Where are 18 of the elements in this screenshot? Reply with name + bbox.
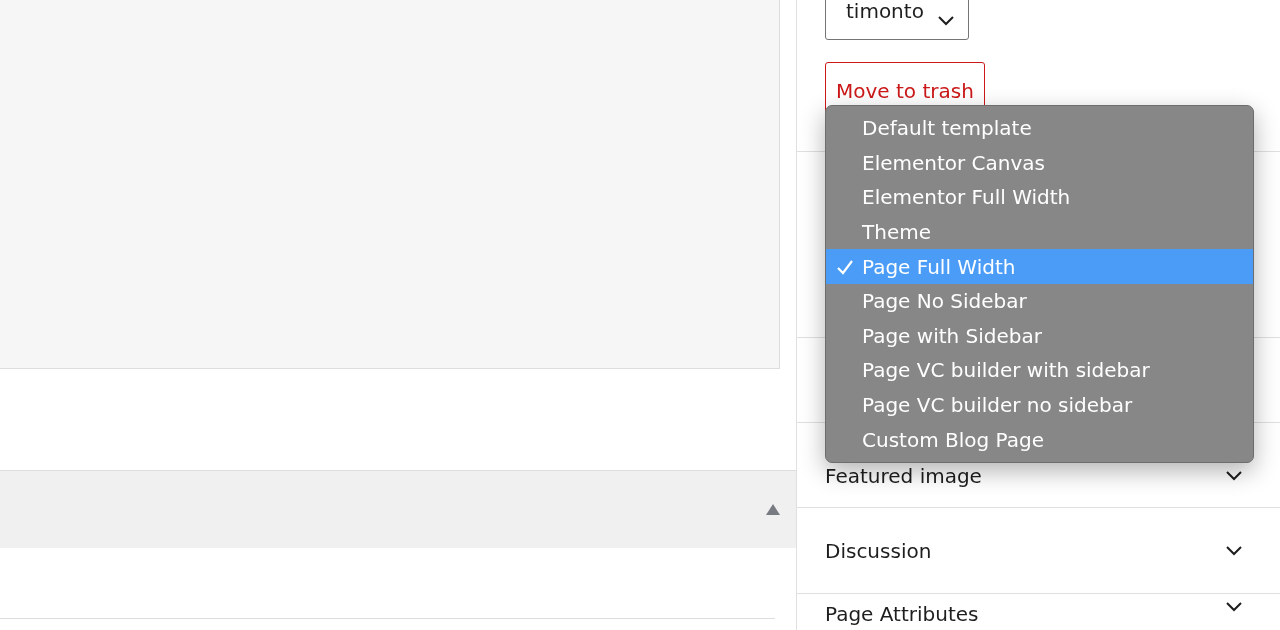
menu-option[interactable]: Elementor Canvas <box>826 145 1253 181</box>
menu-option[interactable]: Page Full Width <box>826 249 1253 284</box>
chevron-down-icon <box>937 16 954 26</box>
menu-option[interactable]: Page VC builder with sidebar <box>826 353 1253 388</box>
menu-option[interactable]: Page with Sidebar <box>826 318 1253 354</box>
panel-title[interactable]: Featured image <box>825 464 982 488</box>
panel-title[interactable]: Page Attributes <box>825 602 979 626</box>
chevron-down-icon <box>1226 471 1242 481</box>
menu-option[interactable]: Page VC builder no sidebar <box>826 387 1253 423</box>
chevron-down-icon <box>1226 602 1242 612</box>
menu-option[interactable]: Page No Sidebar <box>826 283 1253 319</box>
chevron-down-icon <box>1226 545 1242 556</box>
menu-option[interactable]: Elementor Full Width <box>826 180 1253 215</box>
panel-title[interactable]: Discussion <box>825 538 932 563</box>
triangle-up-icon[interactable] <box>766 504 780 515</box>
author-select[interactable]: timonto <box>825 0 969 40</box>
menu-option[interactable]: Theme <box>826 214 1253 250</box>
menu-option[interactable]: Custom Blog Page <box>826 422 1253 457</box>
